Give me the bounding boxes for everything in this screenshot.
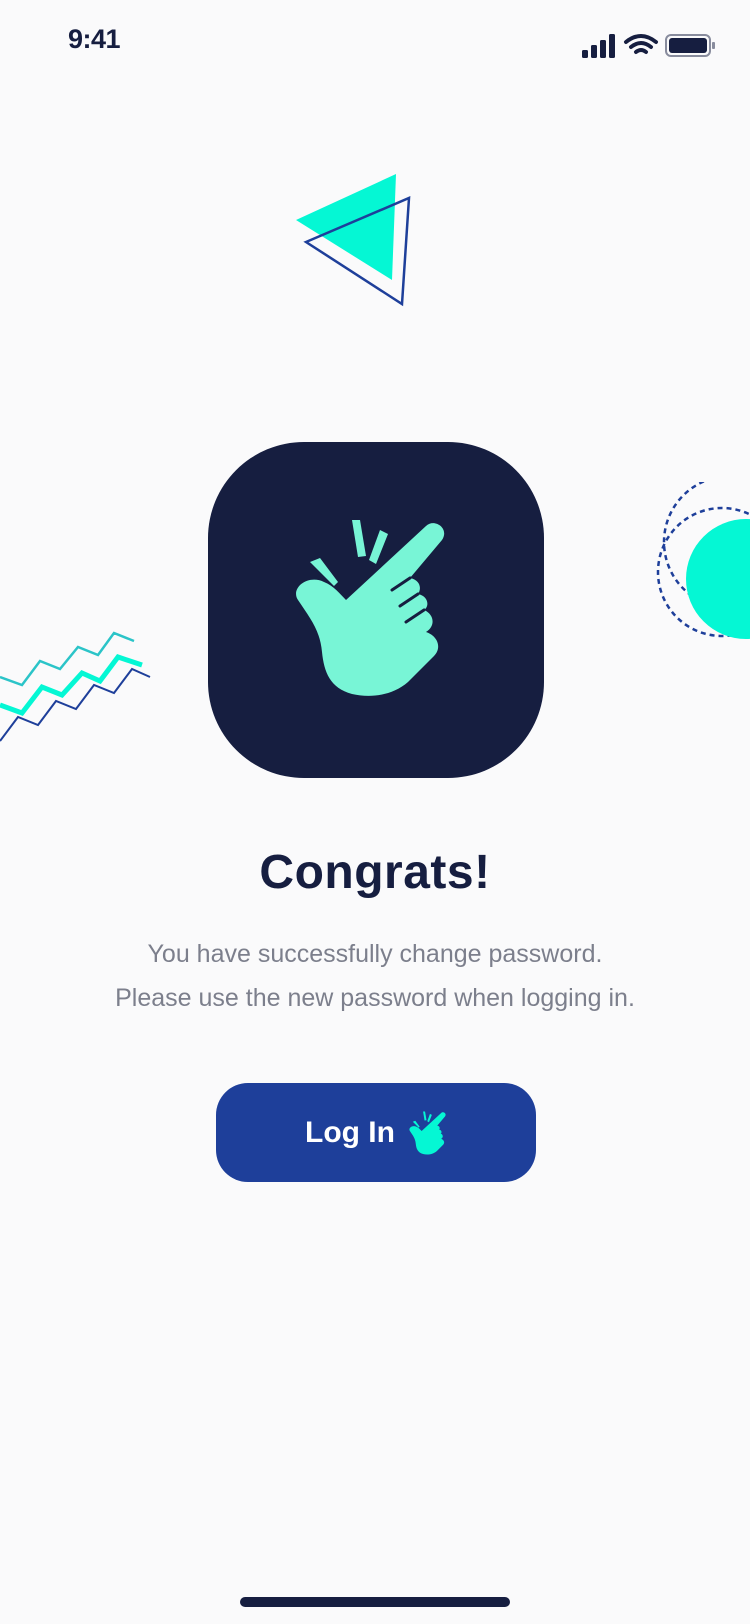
decorative-zigzag bbox=[0, 631, 151, 742]
success-message-line-1: You have successfully change password. bbox=[147, 940, 603, 968]
status-bar: 9:41 bbox=[0, 0, 750, 88]
cellular-signal-icon bbox=[582, 34, 615, 58]
password-changed-screen: 9:41 Congrats! You have successfully cha… bbox=[0, 0, 750, 1624]
finger-snap-icon bbox=[409, 1110, 446, 1154]
decorative-triangles bbox=[296, 174, 411, 307]
hero-icon-card bbox=[208, 442, 544, 778]
battery-icon bbox=[665, 34, 715, 57]
success-message: You have successfully change password. P… bbox=[0, 932, 750, 1020]
page-title: Congrats! bbox=[259, 846, 491, 899]
login-button[interactable]: Log In bbox=[216, 1083, 536, 1182]
status-time: 9:41 bbox=[68, 24, 121, 54]
wifi-icon bbox=[624, 34, 658, 54]
decorative-circles bbox=[656, 482, 750, 639]
status-icons bbox=[582, 34, 715, 58]
login-button-label: Log In bbox=[305, 1115, 395, 1149]
success-message-line-2: Please use the new password when logging… bbox=[115, 984, 635, 1012]
home-indicator[interactable] bbox=[240, 1597, 510, 1607]
finger-snap-icon bbox=[296, 520, 445, 696]
